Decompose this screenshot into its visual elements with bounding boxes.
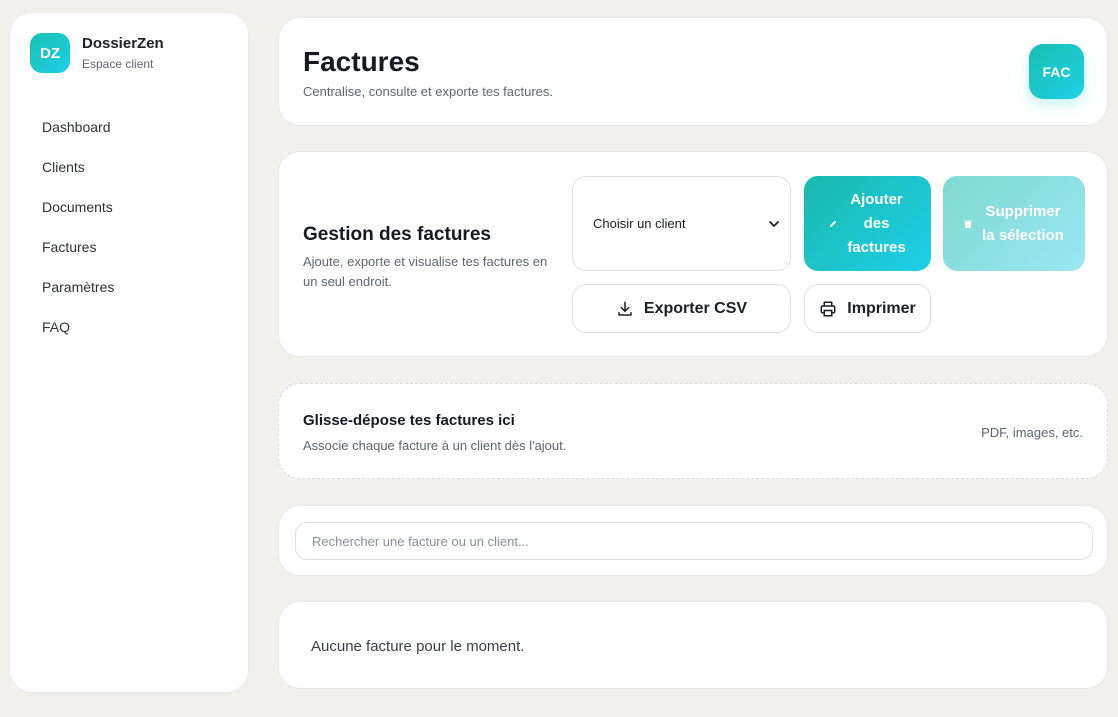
dropzone[interactable]: Glisse-dépose tes factures ici Associe c… [278,383,1108,479]
printer-icon [820,301,836,316]
print-label: Imprimer [847,299,916,317]
sidebar-item-clients[interactable]: Clients [42,147,114,187]
print-button[interactable]: Imprimer [804,284,931,333]
section-title: Gestion des factures [303,224,491,245]
page-subtitle: Centralise, consulte et exporte tes fact… [303,84,554,99]
search-card [278,505,1108,576]
download-icon [618,301,632,316]
dropzone-title: Glisse-dépose tes factures ici [303,412,515,429]
chevron-down-icon [769,220,779,227]
page-title: Factures [303,46,420,77]
page-badge: FAC [1029,44,1084,99]
delete-selection-button[interactable]: Supprimer la sélection [943,176,1085,271]
sidebar-item-documents[interactable]: Documents [42,187,114,227]
add-invoices-label: Ajouter des factures [847,190,906,256]
trash-icon [964,220,972,228]
dropzone-hint: PDF, images, etc. [981,425,1083,440]
export-csv-button[interactable]: Exporter CSV [572,284,791,333]
client-select[interactable]: Choisir un client [572,176,791,271]
add-invoices-button[interactable]: Ajouter des factures [804,176,931,271]
paperclip-icon [829,220,836,227]
brand-name: DossierZen [82,35,164,52]
section-description: Ajoute, exporte et visualise tes facture… [303,254,548,289]
client-select-value: Choisir un client [593,216,686,231]
brand-logo: DZ [30,33,70,73]
search-input[interactable] [295,522,1093,560]
sidebar-item-dashboard[interactable]: Dashboard [42,107,114,147]
dropzone-description: Associe chaque facture à un client dès l… [303,438,567,453]
sidebar-item-parametres[interactable]: Paramètres [42,267,114,307]
invoice-list: Aucune facture pour le moment. [278,601,1108,689]
brand-text: DossierZen Espace client [82,35,164,71]
delete-selection-label: Supprimer la sélection [982,202,1064,244]
sidebar: DZ DossierZen Espace client Dashboard Cl… [10,13,248,692]
export-csv-label: Exporter CSV [643,299,748,317]
sidebar-nav: Dashboard Clients Documents Factures Par… [42,107,114,347]
brand[interactable]: DZ DossierZen Espace client [30,33,164,73]
page-header: Factures Centralise, consulte et exporte… [278,17,1108,126]
sidebar-item-factures[interactable]: Factures [42,227,114,267]
brand-subtitle: Espace client [82,57,154,71]
sidebar-item-faq[interactable]: FAQ [42,307,114,347]
empty-state-message: Aucune facture pour le moment. [311,638,525,655]
invoice-management-card: Gestion des factures Ajoute, exporte et … [278,151,1108,357]
